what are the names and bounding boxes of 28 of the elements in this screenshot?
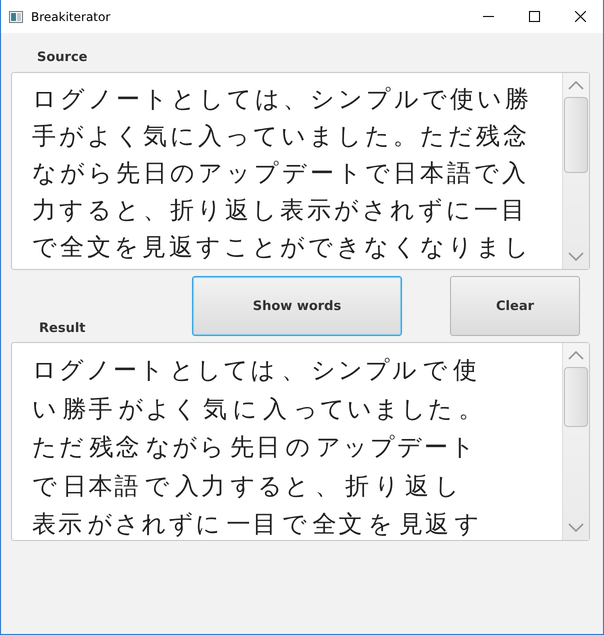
text-line: で全文を見返すことができなくなりまし [32,232,533,263]
text-line: ログノート としては 、 シンプル で 使 [32,355,480,386]
text-area[interactable]: ログノートとしては、シンプルで使い勝 手がよく気に入っていました。ただ残念 ながら先日のアップデートで日本語で入 力すると、折り返し表示がされずに一目 で全文を見返すことができなくなりまし [11,72,590,270]
text-line: ただ 残念 ながら 先日 の アップデート [32,432,478,463]
scroll-down-icon[interactable] [568,523,584,533]
scrollbar[interactable] [562,73,589,269]
text-line: い 勝手 がよく 気 に 入 っていました 。 [32,394,486,424]
app-icon [9,10,23,22]
text-area[interactable]: ログノート としては 、 シンプル で 使 い 勝手 がよく 気 に 入 っていました 。 ただ 残念 ながら 先日 の アップデート で 日本語 で 入力 すると 、 折 り 返 し 表示 がされずに 一目 で 全文 を 見返 す [11,342,590,541]
scrollbar[interactable] [562,343,589,540]
text-line: 力すると、折り返し表示がされずに一目 [32,195,529,226]
text-line: 表示 がされずに 一目 で 全文 を 見返 す [32,509,482,540]
scroll-down-icon[interactable] [568,252,584,262]
result-label: Result [39,321,86,336]
window-title: Breakiterator [31,10,112,24]
scroll-up-icon[interactable] [568,350,584,360]
text-line: 手がよく気に入っていました。ただ残念 [32,121,531,152]
clear-button[interactable]: Clear [450,276,580,336]
scroll-up-icon[interactable] [568,80,584,90]
maximize-icon [528,11,540,22]
close-icon [574,11,586,22]
text-line: ログノートとしては、シンプルで使い勝 [32,84,533,115]
text-line: ながら先日のアップデートで日本語で入 [32,158,530,189]
text-line: で 日本語 で 入力 すると 、 折 り 返 し [32,470,463,502]
scroll-thumb[interactable] [564,367,588,427]
source-label: Source [37,50,88,66]
scroll-thumb[interactable] [564,97,588,173]
show-words-button[interactable]: Show words [192,276,402,336]
